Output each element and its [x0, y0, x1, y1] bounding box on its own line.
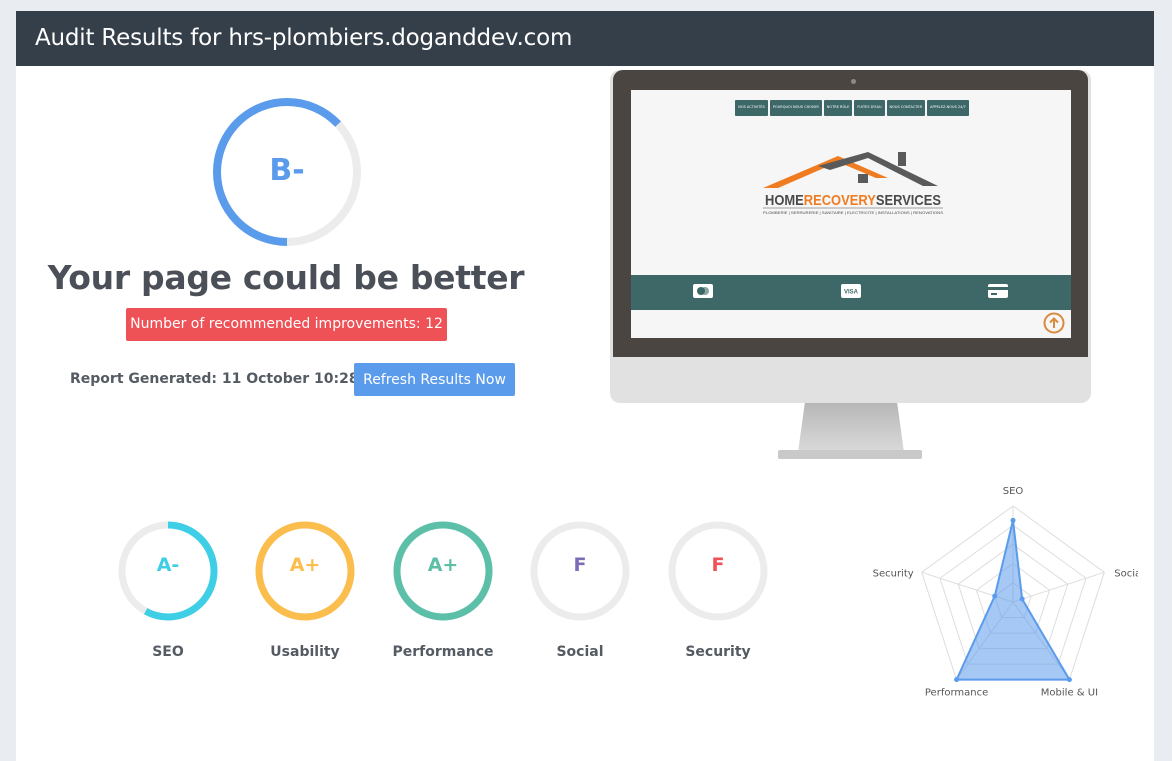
- radar-point-social: [1019, 596, 1025, 602]
- scroll-to-top-icon: [1043, 312, 1065, 334]
- site-footer: VISA: [631, 275, 1071, 310]
- page-title: Audit Results for hrs-plombiers.dogandde…: [35, 25, 573, 51]
- radar-axis-line: [1012, 571, 1105, 603]
- usability-label: Usability: [270, 644, 340, 660]
- site-nav-item: FUITES D'EAU: [854, 100, 885, 116]
- radar-axis-label: Mobile & UI: [1041, 688, 1098, 699]
- social-label: Social: [556, 644, 604, 660]
- site-nav: NOS ACTIVITÉS POURQUOI NOUS CHOISIR NOTR…: [726, 100, 978, 116]
- improvements-badge: Number of recommended improvements: 12: [126, 308, 447, 341]
- credit-card-icon: [988, 284, 1008, 298]
- overall-grade: B-: [269, 153, 305, 188]
- logo-chimney: [898, 152, 906, 166]
- camera-dot: [851, 79, 856, 84]
- logo-tagline: PLOMBERIE | SERRURERIE | SANITAIRE | ELE…: [763, 210, 943, 215]
- performance-grade: A+: [427, 554, 459, 576]
- mastercard-icon: [693, 284, 713, 298]
- radar-point-mobile-ui: [1066, 677, 1072, 683]
- performance-label: Performance: [392, 644, 494, 660]
- logo-window: [858, 174, 868, 183]
- social-grade: F: [573, 554, 587, 576]
- site-nav-item: NOS ACTIVITÉS: [735, 100, 768, 116]
- radar-point-performance: [954, 677, 960, 683]
- refresh-results-button[interactable]: Refresh Results Now: [354, 363, 515, 396]
- radar-axis-label: Social: [1114, 568, 1138, 579]
- site-nav-item: POURQUOI NOUS CHOISIR: [769, 100, 822, 116]
- seo-grade: A-: [156, 554, 180, 576]
- radar-point-seo: [1010, 517, 1016, 523]
- report-generated: Report Generated: 11 October 10:28PM: [70, 371, 383, 387]
- grades-radar-chart: SEO Social Mobile & UI Performance Security: [873, 486, 1138, 699]
- radar-axis-label: Performance: [925, 688, 988, 699]
- logo-name-part2: RECOVERY: [804, 192, 876, 209]
- headline: Your page could be better: [47, 258, 525, 297]
- logo-roof: [763, 156, 888, 188]
- visa-text: VISA: [844, 290, 859, 296]
- security-grade: F: [711, 554, 725, 576]
- radar-axis-label: Security: [873, 568, 914, 579]
- logo-name-part3: SERVICES: [876, 192, 941, 209]
- security-label: Security: [685, 644, 751, 660]
- site-nav-item: NOTRE RÔLE: [823, 100, 853, 116]
- monitor-stand: [798, 403, 904, 451]
- radar-data-area: [955, 520, 1072, 681]
- svg-text:HOMERECOVERYSERVICES: HOMERECOVERYSERVICES: [765, 192, 941, 209]
- seo-label: SEO: [152, 644, 184, 660]
- radar-point-security: [992, 593, 998, 599]
- logo-name-part1: HOME: [765, 192, 804, 209]
- panel-header: Audit Results for hrs-plombiers.dogandde…: [16, 11, 1154, 66]
- site-nav-item: NOUS CONTACTER: [886, 100, 926, 116]
- monitor-bezel: NOS ACTIVITÉS POURQUOI NOUS CHOISIR NOTR…: [613, 70, 1088, 357]
- radar-axis-label: SEO: [1003, 486, 1024, 497]
- site-nav-item: APPELEZ-NOUS 24/7: [927, 100, 969, 116]
- site-logo: HOMERECOVERYSERVICES PLOMBERIE | SERRURE…: [763, 152, 943, 215]
- visa-icon: VISA: [841, 284, 861, 298]
- usability-grade: A+: [289, 554, 321, 576]
- monitor-stand-base: [778, 450, 922, 459]
- site-preview-monitor: NOS ACTIVITÉS POURQUOI NOUS CHOISIR NOTR…: [610, 70, 1091, 465]
- site-screenshot: NOS ACTIVITÉS POURQUOI NOUS CHOISIR NOTR…: [631, 90, 1071, 338]
